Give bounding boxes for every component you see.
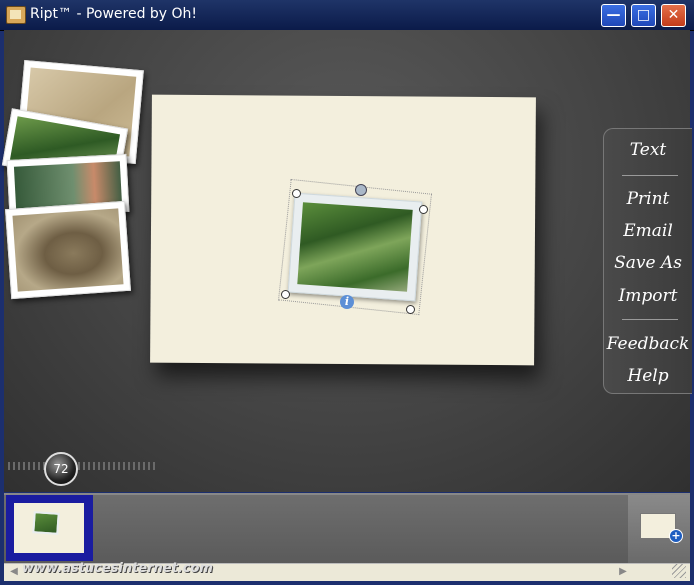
window-title: Ript™ - Powered by Oh!: [30, 6, 198, 22]
scroll-right-arrow-icon[interactable]: ▶: [616, 565, 630, 579]
page-filmstrip: [4, 493, 690, 565]
menu-print[interactable]: Print: [604, 189, 692, 209]
menu-save-as[interactable]: Save As: [604, 253, 692, 273]
stack-photo-tortoise[interactable]: [5, 200, 131, 300]
zoom-slider-knob[interactable]: 72: [44, 452, 78, 486]
scroll-left-arrow-icon[interactable]: ◀: [7, 565, 21, 579]
menu-feedback[interactable]: Feedback: [604, 334, 692, 354]
app-window: Ript™ - Powered by Oh! — □ ✕ i Text Prin…: [0, 0, 694, 585]
maximize-button[interactable]: □: [631, 4, 656, 27]
rotate-handle[interactable]: [355, 184, 367, 196]
resize-handle-top-right[interactable]: [419, 205, 428, 214]
title-bar[interactable]: Ript™ - Powered by Oh! — □ ✕: [0, 0, 694, 31]
selected-photo[interactable]: [287, 192, 423, 302]
plus-icon: +: [669, 529, 683, 543]
menu-divider: [622, 175, 678, 176]
zoom-slider-track[interactable]: [8, 462, 158, 470]
side-menu: Text Print Email Save As Import Feedback…: [603, 128, 692, 394]
menu-help[interactable]: Help: [604, 366, 692, 386]
page-thumbnail-selected[interactable]: [6, 495, 93, 561]
close-button[interactable]: ✕: [661, 4, 686, 27]
menu-divider: [622, 319, 678, 320]
page-thumbnail-photo: [32, 511, 60, 535]
menu-email[interactable]: Email: [604, 221, 692, 241]
minimize-button[interactable]: —: [601, 4, 626, 27]
menu-text[interactable]: Text: [604, 140, 692, 160]
resize-handle-top-left[interactable]: [292, 189, 301, 198]
add-page-button[interactable]: +: [628, 495, 690, 563]
resize-handle-bottom-left[interactable]: [281, 290, 290, 299]
info-icon[interactable]: i: [340, 295, 354, 309]
resize-handle-bottom-right[interactable]: [406, 305, 415, 314]
watermark-text: www.astucesinternet.com: [22, 561, 213, 576]
app-icon[interactable]: [6, 6, 26, 24]
menu-import[interactable]: Import: [604, 286, 692, 306]
resize-grip-icon[interactable]: [672, 564, 686, 578]
